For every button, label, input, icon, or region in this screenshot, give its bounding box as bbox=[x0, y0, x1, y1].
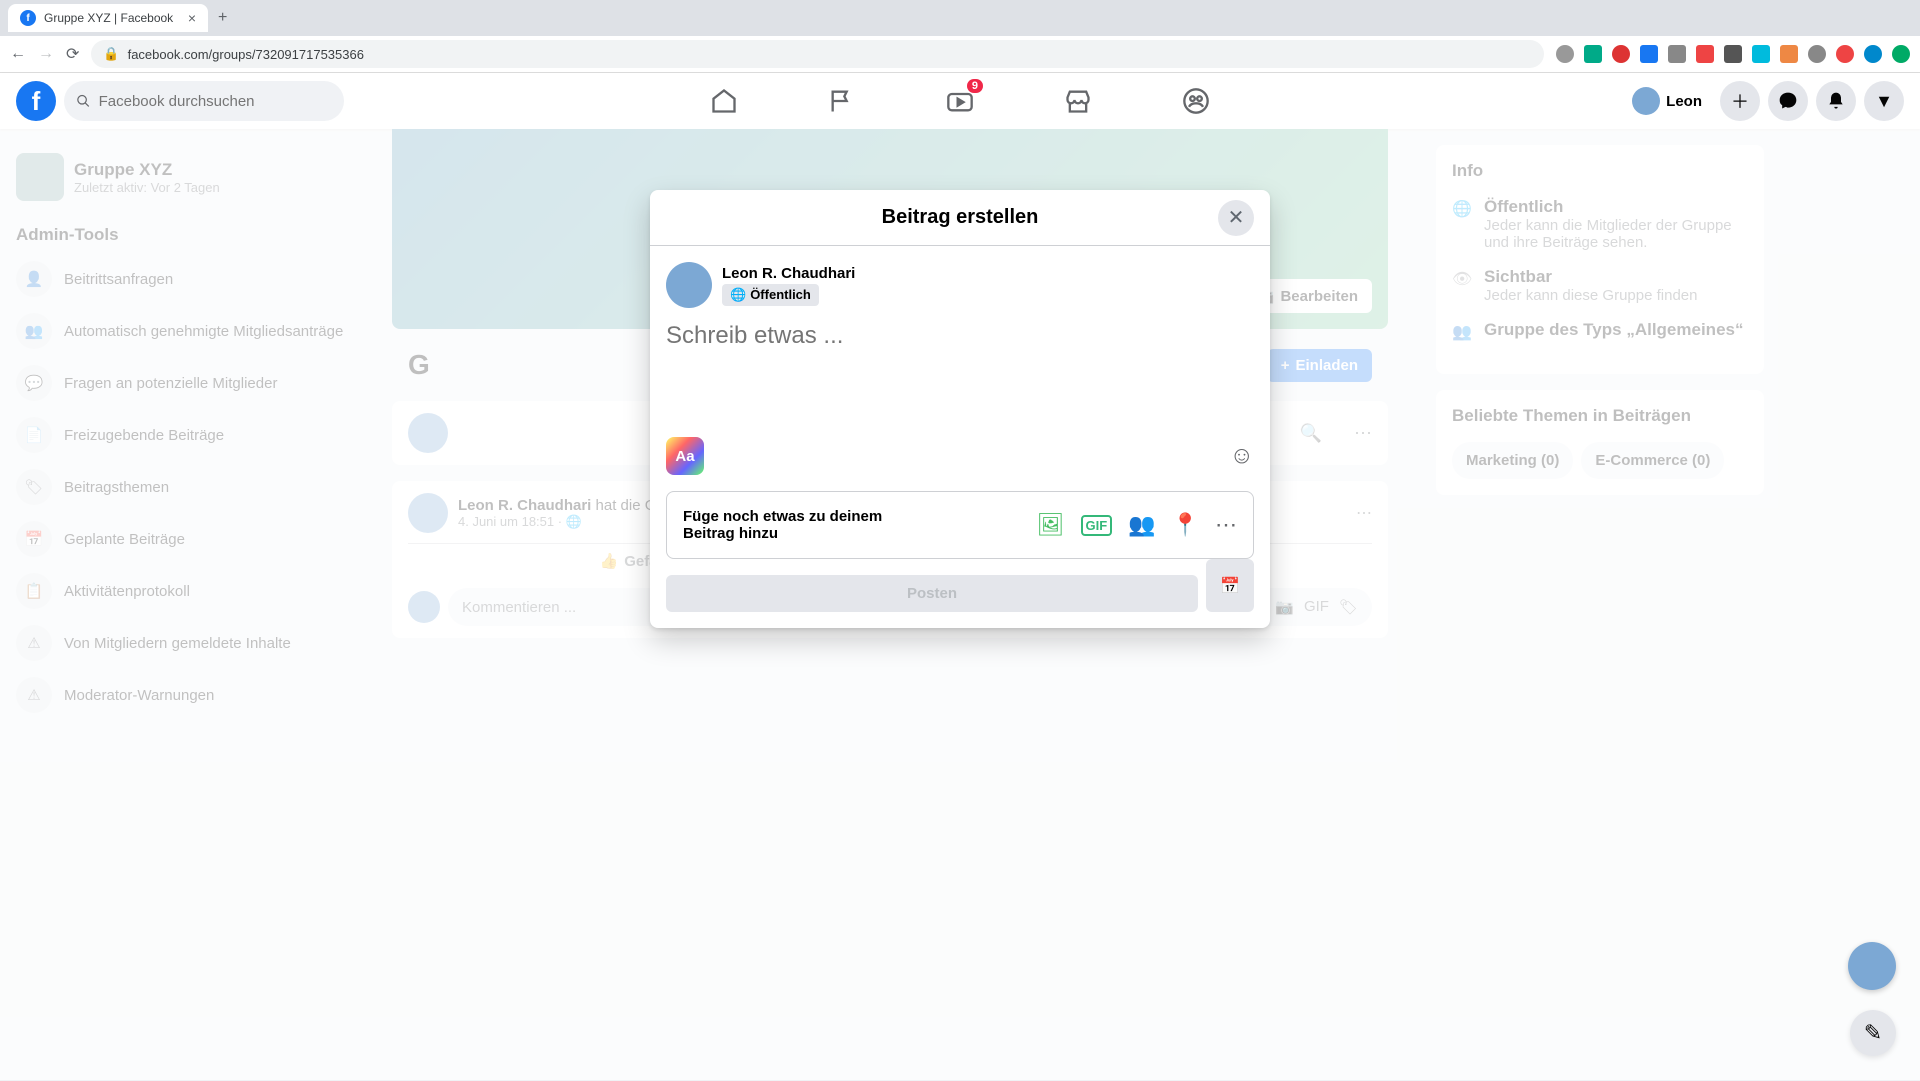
ext-icon[interactable] bbox=[1780, 45, 1798, 63]
schedule-button[interactable]: 📅 bbox=[1206, 559, 1254, 612]
search-box[interactable] bbox=[64, 81, 344, 121]
center-nav: 9 bbox=[669, 77, 1251, 125]
floating-chat-avatar[interactable] bbox=[1848, 942, 1896, 990]
ext-icon[interactable] bbox=[1640, 45, 1658, 63]
reload-icon[interactable]: ⟳ bbox=[66, 44, 79, 64]
url-text: facebook.com/groups/732091717535366 bbox=[128, 47, 364, 62]
emoji-button[interactable]: ☺ bbox=[1229, 442, 1254, 470]
home-icon bbox=[710, 87, 738, 115]
chevron-down-icon: ▼ bbox=[1875, 91, 1893, 112]
tab-bar: f Gruppe XYZ | Facebook × + bbox=[0, 0, 1920, 36]
extension-icons bbox=[1556, 45, 1910, 63]
create-post-modal: Beitrag erstellen ✕ Leon R. Chaudhari 🌐 … bbox=[650, 190, 1270, 628]
ext-icon[interactable] bbox=[1556, 45, 1574, 63]
facebook-logo-icon[interactable]: f bbox=[16, 81, 56, 121]
search-input[interactable] bbox=[99, 93, 332, 110]
modal-header: Beitrag erstellen ✕ bbox=[650, 190, 1270, 246]
modal-username: Leon R. Chaudhari bbox=[722, 265, 855, 282]
messenger-button[interactable] bbox=[1768, 81, 1808, 121]
emoji-icon: ☺ bbox=[1229, 442, 1254, 469]
edit-icon: ✎ bbox=[1864, 1020, 1882, 1046]
globe-icon: 🌐 bbox=[730, 287, 746, 303]
more-icon[interactable]: ⋯ bbox=[1215, 512, 1237, 538]
aa-icon: Aa bbox=[675, 448, 694, 465]
textarea-tools: Aa ☺ bbox=[666, 437, 1254, 475]
ext-icon[interactable] bbox=[1668, 45, 1686, 63]
nav-home[interactable] bbox=[669, 77, 779, 125]
modal-user-row: Leon R. Chaudhari 🌐 Öffentlich bbox=[666, 262, 1254, 308]
gif-icon[interactable]: GIF bbox=[1081, 515, 1113, 536]
ext-icon[interactable] bbox=[1808, 45, 1826, 63]
close-icon: ✕ bbox=[1228, 205, 1245, 230]
url-field[interactable]: 🔒 facebook.com/groups/732091717535366 bbox=[91, 40, 1544, 68]
right-nav: Leon ＋ ▼ bbox=[1628, 81, 1904, 121]
favicon-icon: f bbox=[20, 10, 36, 26]
avatar bbox=[1632, 87, 1660, 115]
nav-watch[interactable]: 9 bbox=[905, 77, 1015, 125]
attach-icons: 🖼 GIF 👥 📍 ⋯ bbox=[1037, 512, 1237, 538]
notifications-button[interactable] bbox=[1816, 81, 1856, 121]
ext-icon[interactable] bbox=[1612, 45, 1630, 63]
ext-icon[interactable] bbox=[1836, 45, 1854, 63]
plus-icon: ＋ bbox=[1731, 88, 1749, 114]
post-textarea[interactable] bbox=[666, 322, 1254, 432]
privacy-label: Öffentlich bbox=[750, 287, 811, 302]
post-button-row: Posten 📅 bbox=[666, 559, 1254, 612]
lock-icon: 🔒 bbox=[103, 46, 119, 62]
add-to-post-row: Füge noch etwas zu deinem Beitrag hinzu … bbox=[666, 491, 1254, 559]
privacy-selector[interactable]: 🌐 Öffentlich bbox=[722, 284, 819, 306]
ext-icon[interactable] bbox=[1584, 45, 1602, 63]
search-icon bbox=[76, 93, 91, 109]
modal-body: Leon R. Chaudhari 🌐 Öffentlich Aa ☺ Füge… bbox=[650, 246, 1270, 628]
account-button[interactable]: ▼ bbox=[1864, 81, 1904, 121]
modal-title: Beitrag erstellen bbox=[882, 206, 1039, 229]
add-to-post-label: Füge noch etwas zu deinem Beitrag hinzu bbox=[683, 508, 923, 542]
tab-close-icon[interactable]: × bbox=[188, 10, 196, 26]
calendar-icon: 📅 bbox=[1220, 576, 1240, 596]
browser-tab[interactable]: f Gruppe XYZ | Facebook × bbox=[8, 4, 208, 32]
create-button[interactable]: ＋ bbox=[1720, 81, 1760, 121]
back-icon[interactable]: ← bbox=[10, 45, 26, 63]
tab-title: Gruppe XYZ | Facebook bbox=[44, 11, 173, 25]
messenger-icon bbox=[1778, 91, 1798, 111]
close-button[interactable]: ✕ bbox=[1218, 200, 1254, 236]
profile-chip[interactable]: Leon bbox=[1628, 83, 1712, 119]
forward-icon[interactable]: → bbox=[38, 45, 54, 63]
browser-chrome: f Gruppe XYZ | Facebook × + ← → ⟳ 🔒 face… bbox=[0, 0, 1920, 73]
nav-marketplace[interactable] bbox=[1023, 77, 1133, 125]
marketplace-icon bbox=[1064, 87, 1092, 115]
ext-icon[interactable] bbox=[1752, 45, 1770, 63]
ext-icon[interactable] bbox=[1696, 45, 1714, 63]
nav-groups[interactable] bbox=[1141, 77, 1251, 125]
facebook-header: f 9 Leon ＋ ▼ bbox=[0, 73, 1920, 129]
profile-name: Leon bbox=[1666, 93, 1702, 110]
groups-icon bbox=[1182, 87, 1210, 115]
ext-icon[interactable] bbox=[1892, 45, 1910, 63]
text-background-button[interactable]: Aa bbox=[666, 437, 704, 475]
ext-icon[interactable] bbox=[1724, 45, 1742, 63]
ext-icon[interactable] bbox=[1864, 45, 1882, 63]
address-bar: ← → ⟳ 🔒 facebook.com/groups/732091717535… bbox=[0, 36, 1920, 72]
watch-badge: 9 bbox=[967, 79, 983, 93]
flag-icon bbox=[828, 87, 856, 115]
post-button[interactable]: Posten bbox=[666, 575, 1198, 612]
modal-avatar bbox=[666, 262, 712, 308]
floating-new-message-button[interactable]: ✎ bbox=[1850, 1010, 1896, 1056]
bell-icon bbox=[1826, 91, 1846, 111]
new-tab-button[interactable]: + bbox=[208, 9, 237, 27]
location-icon[interactable]: 📍 bbox=[1172, 512, 1199, 538]
photo-icon[interactable]: 🖼 bbox=[1037, 512, 1065, 538]
nav-pages[interactable] bbox=[787, 77, 897, 125]
tag-people-icon[interactable]: 👥 bbox=[1128, 512, 1155, 538]
